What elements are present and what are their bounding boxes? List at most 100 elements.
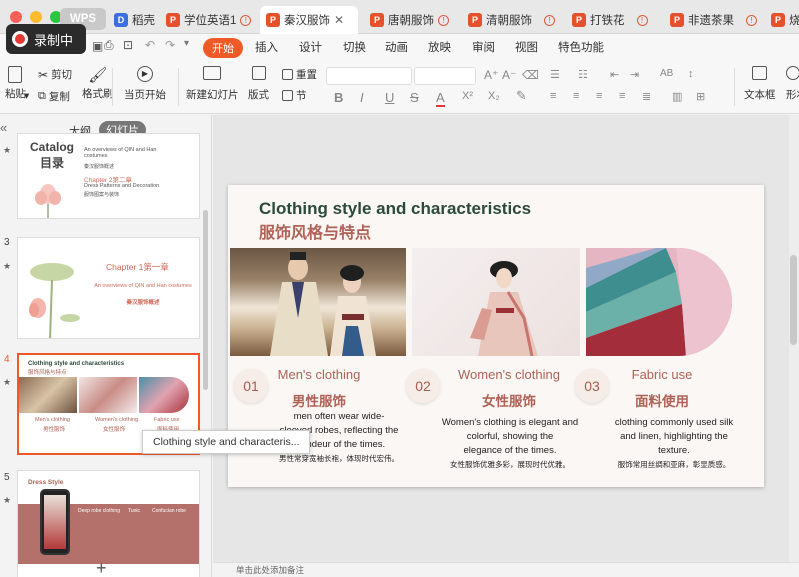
distribute-icon[interactable]: ≣ [642, 90, 651, 103]
tab-xuewei[interactable]: P 学位英语1! [160, 6, 260, 34]
minimize-window-button[interactable] [30, 11, 42, 23]
men-clothing-photo[interactable] [230, 248, 406, 356]
smart-art-icon[interactable]: ⊞ [696, 90, 705, 103]
menu-animation[interactable]: 动画 [385, 39, 408, 55]
tab-more[interactable]: P烧 [765, 6, 799, 34]
wps-presentation-icon: P [771, 13, 785, 27]
menu-design[interactable]: 设计 [299, 39, 322, 55]
numbered-list-icon[interactable]: ☷ [578, 68, 588, 81]
thumb-photo-women [79, 377, 137, 413]
strikethrough-icon[interactable]: S [410, 90, 419, 105]
cut-button[interactable]: ✂ 剪切 [38, 67, 72, 82]
card-body-line: colorful, showing the [466, 431, 554, 442]
card-title-men[interactable]: Men's clothing [264, 367, 374, 382]
recording-indicator[interactable]: 录制中 [6, 24, 86, 54]
clear-format-icon[interactable]: ⌫ [522, 68, 539, 82]
section-button[interactable]: 节 [282, 88, 307, 103]
paste-button[interactable]: 粘贴 [5, 66, 26, 101]
slide-thumbnail-2[interactable]: Catalog 目录 An overviews of QIN and Han c… [17, 133, 200, 219]
font-color-icon[interactable]: A [436, 90, 445, 107]
tab-label: 非遗茶果 [688, 15, 734, 27]
menu-view[interactable]: 视图 [515, 39, 538, 55]
thumb-title-cn: 目录 [40, 156, 65, 170]
highlight-icon[interactable]: ✎ [516, 88, 527, 104]
play-from-current-button[interactable]: ▶ 当页开始 [124, 66, 166, 102]
card-body-line: clothing commonly used silk [614, 417, 734, 428]
card-title-men-cn[interactable]: 男性服饰 [264, 390, 374, 410]
notes-placeholder[interactable]: 单击此处添加备注 [236, 564, 304, 576]
panel-scrollbar[interactable] [203, 210, 208, 390]
close-tab-icon[interactable]: ✕ [334, 13, 344, 27]
card-body-women[interactable]: Women's clothing is elegant and colorful… [440, 416, 580, 472]
bullet-list-icon[interactable]: ☰ [550, 68, 560, 81]
reset-button[interactable]: 重置 [282, 67, 317, 82]
menu-review[interactable]: 审阅 [472, 39, 495, 55]
print-icon[interactable]: ⎙ [104, 38, 114, 53]
menu-transition[interactable]: 切换 [343, 39, 366, 55]
menu-start[interactable]: 开始 [203, 38, 243, 58]
superscript-icon[interactable]: X² [462, 90, 473, 102]
cut-label: 剪切 [51, 69, 73, 81]
textbox-button[interactable]: 文本框 [744, 66, 776, 102]
underline-icon[interactable]: U [385, 90, 394, 105]
recording-label: 录制中 [34, 32, 74, 48]
redo-icon[interactable]: ↷ [165, 38, 175, 52]
tab-feiyi[interactable]: P 非遗茶果! [664, 6, 760, 34]
increase-font-icon[interactable]: A⁺ [484, 68, 498, 82]
card-title-women[interactable]: Women's clothing [444, 367, 574, 382]
save-icon[interactable]: ▣ [92, 39, 103, 53]
subscript-icon[interactable]: X₂ [488, 90, 500, 102]
preview-icon[interactable]: ⊡ [123, 38, 133, 52]
add-slide-button[interactable]: + [96, 558, 107, 577]
bold-icon[interactable]: B [334, 90, 343, 105]
indent-decrease-icon[interactable]: ⇤ [610, 68, 619, 81]
slide-title-cn[interactable]: 服饰风格与特点 [259, 219, 371, 243]
notes-bar[interactable]: 单击此处添加备注 [213, 562, 799, 577]
card-title-fabric[interactable]: Fabric use [616, 367, 708, 382]
align-left-icon[interactable]: ≡ [550, 90, 556, 102]
line-spacing-icon[interactable]: ↕ [688, 68, 694, 80]
align-center-icon[interactable]: ≡ [573, 90, 579, 102]
slide-thumbnail-3[interactable]: Chapter 1第一章 An overviews of QIN and Han… [17, 237, 200, 339]
justify-icon[interactable]: ≡ [619, 90, 625, 102]
wps-presentation-icon: P [468, 13, 482, 27]
menu-slideshow[interactable]: 放映 [428, 39, 451, 55]
format-painter-button[interactable]: 🖌 格式刷 [82, 66, 114, 101]
align-right-icon[interactable]: ≡ [596, 90, 602, 102]
tab-qinhan[interactable]: P 秦汉服饰 ✕ [260, 6, 358, 34]
card-title-fabric-cn[interactable]: 面料使用 [616, 390, 708, 410]
undo-icon[interactable]: ↶ [145, 38, 155, 52]
slide-thumbnail-5[interactable]: Dress Style Deep robe clothing Tunic Con… [17, 470, 200, 577]
canvas-vertical-scrollbar[interactable] [789, 115, 799, 562]
card-title-women-cn[interactable]: 女性服饰 [444, 390, 574, 410]
italic-icon[interactable]: I [360, 90, 364, 105]
tab-qingchao[interactable]: P 清朝服饰! [462, 6, 560, 34]
font-size-select[interactable] [414, 67, 476, 85]
tab-label: 清朝服饰 [486, 15, 532, 27]
card-body-fabric[interactable]: clothing commonly used silk and linen, h… [604, 416, 744, 472]
toolbar-divider [734, 68, 735, 106]
decrease-font-icon[interactable]: A⁻ [502, 68, 516, 82]
layout-button[interactable]: 版式 [248, 66, 269, 102]
font-family-select[interactable] [326, 67, 412, 85]
tab-datiehua[interactable]: P 打铁花! [566, 6, 656, 34]
tab-tangchao[interactable]: P 唐朝服饰! [364, 6, 460, 34]
indent-increase-icon[interactable]: ⇥ [630, 68, 639, 81]
menu-features[interactable]: 特色功能 [558, 39, 604, 55]
close-window-button[interactable] [10, 11, 22, 23]
fabric-photo[interactable] [586, 248, 732, 356]
scroll-thumb[interactable] [790, 255, 797, 345]
copy-button[interactable]: ⧉ 复制 [38, 89, 70, 104]
unsaved-icon: ! [240, 14, 252, 26]
women-clothing-photo[interactable] [412, 248, 580, 357]
menu-insert[interactable]: 插入 [255, 39, 278, 55]
columns-icon[interactable]: ▥ [672, 90, 682, 103]
tab-daoke[interactable]: D 稻壳 [108, 6, 158, 34]
paste-dropdown-icon[interactable]: ▾ [24, 90, 29, 102]
slide-title[interactable]: Clothing style and characteristics [259, 199, 531, 219]
text-direction-icon[interactable]: AB [660, 68, 673, 79]
shape-button[interactable]: 形状 [786, 66, 799, 102]
new-slide-button[interactable]: 新建幻灯片 [186, 66, 239, 102]
collapse-panel-icon[interactable]: « [0, 120, 7, 135]
customize-icon[interactable]: ▾ [184, 38, 189, 49]
